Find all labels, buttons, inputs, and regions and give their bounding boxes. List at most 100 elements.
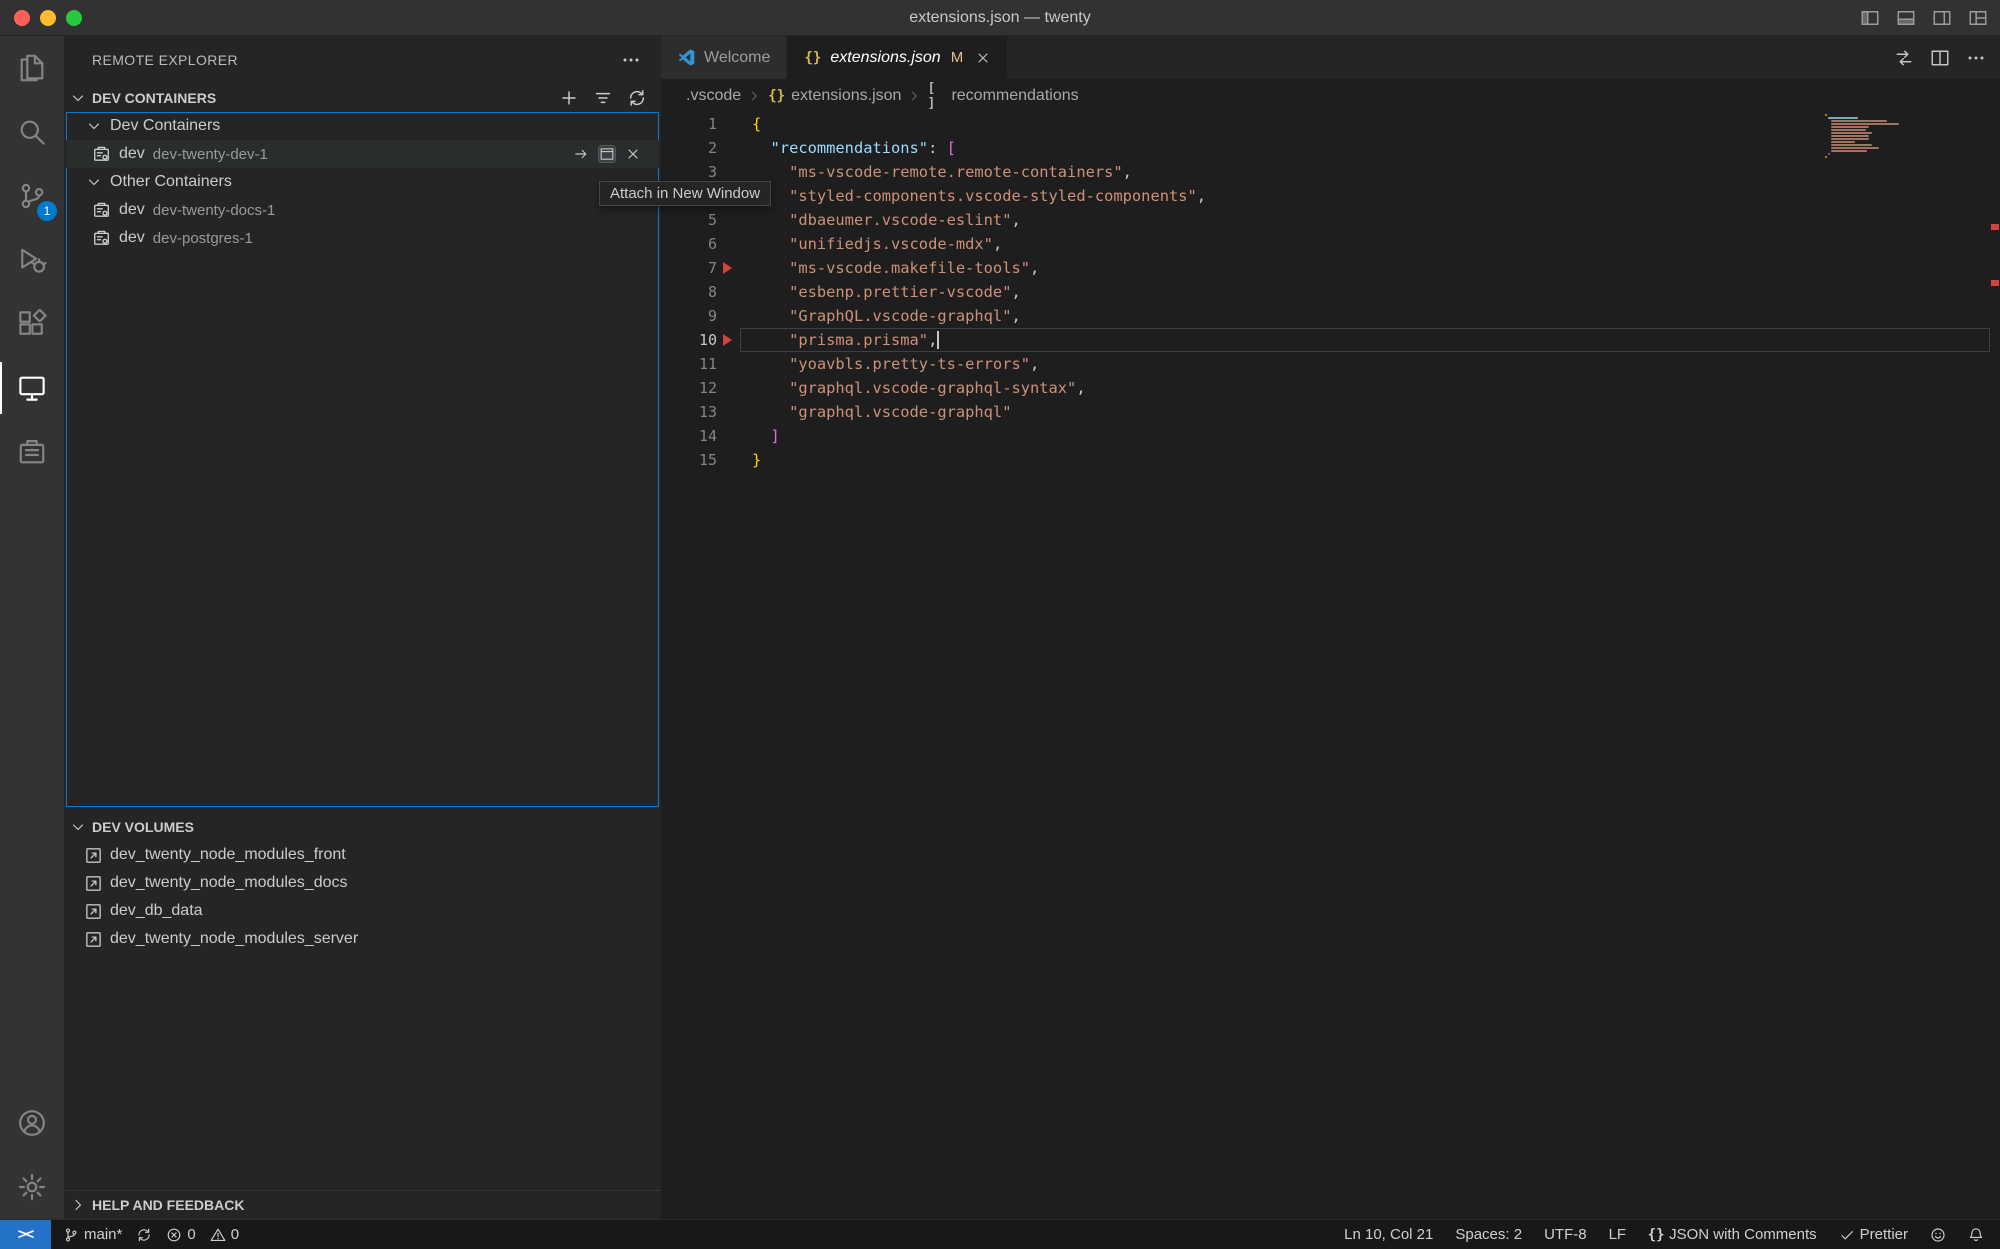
zoom-window-button[interactable] [66,10,82,26]
line-number[interactable]: 2 [661,136,717,160]
status-item-feedback-icon[interactable] [1930,1220,1946,1249]
activitybar-item-accounts[interactable] [0,1091,64,1155]
code-line[interactable]: 7 "ms-vscode.makefile-tools", [661,256,2000,280]
error-icon [166,1227,182,1243]
section-header-dev-containers[interactable]: DEV CONTAINERS [64,84,661,112]
volume-icon [84,902,103,921]
code-line[interactable]: 9 "GraphQL.vscode-graphql", [661,304,2000,328]
code-line[interactable]: 6 "unifiedjs.vscode-mdx", [661,232,2000,256]
code-text: "styled-components.vscode-styled-compone… [752,184,1206,208]
breadcrumb-item-vscode[interactable]: .vscode [686,87,741,105]
code-line[interactable]: 8 "esbenp.prettier-vscode", [661,280,2000,304]
code-line[interactable]: 5 "dbaeumer.vscode-eslint", [661,208,2000,232]
add-icon[interactable] [559,88,579,108]
toggle-secondary-sidebar-icon[interactable] [1932,8,1952,28]
filter-icon[interactable] [593,88,613,108]
line-number[interactable]: 5 [661,208,717,232]
volume-item-dev-twenty-node-modules-server[interactable]: dev_twenty_node_modules_server [64,925,661,953]
compare-changes-icon[interactable] [1894,48,1914,68]
close-icon[interactable] [625,146,641,162]
line-number[interactable]: 10 [661,328,717,352]
line-number[interactable]: 9 [661,304,717,328]
status-item-bell-icon[interactable] [1968,1220,1984,1249]
refresh-icon[interactable] [627,88,647,108]
toggle-panel-icon[interactable] [1896,8,1916,28]
line-number[interactable]: 8 [661,280,717,304]
container-item-dev-twenty-docs-1[interactable]: devdev-twenty-docs-1 [66,196,659,224]
code-line[interactable]: 14 ] [661,424,2000,448]
code-line[interactable]: 13 "graphql.vscode-graphql" [661,400,2000,424]
split-editor-icon[interactable] [1930,48,1950,68]
remote-indicator[interactable]: >< [0,1220,51,1249]
volume-item-dev-twenty-node-modules-docs[interactable]: dev_twenty_node_modules_docs [64,869,661,897]
code-line[interactable]: 15} [661,448,2000,472]
volume-item-dev-db-data[interactable]: dev_db_data [64,897,661,925]
window-title: extensions.json — twenty [909,9,1090,27]
breadcrumb-item-recommendations[interactable]: [ ]recommendations [927,86,1078,105]
status-item-prettier[interactable]: Prettier [1839,1220,1908,1249]
status-item-lf[interactable]: LF [1609,1220,1627,1249]
close-window-button[interactable] [14,10,30,26]
activity-bar-bottom [0,1091,64,1219]
tree-group-dev-containers[interactable]: Dev Containers [66,112,659,140]
minimize-window-button[interactable] [40,10,56,26]
customize-layout-icon[interactable] [1968,8,1988,28]
toggle-primary-sidebar-icon[interactable] [1860,8,1880,28]
status-item-0[interactable]: 0 [210,1220,239,1249]
status-item-spaces-2[interactable]: Spaces: 2 [1455,1220,1522,1249]
section-header-help-feedback[interactable]: HELP AND FEEDBACK [64,1191,661,1219]
code-line[interactable]: 12 "graphql.vscode-graphql-syntax", [661,376,2000,400]
activitybar-item-explorer[interactable] [0,36,64,100]
container-item-dev-postgres-1[interactable]: devdev-postgres-1 [66,224,659,252]
code-editor[interactable]: 1{2 "recommendations": [3 "ms-vscode-rem… [661,112,2000,472]
activitybar-item-search[interactable] [0,100,64,164]
code-line[interactable]: 4 "styled-components.vscode-styled-compo… [661,184,2000,208]
tab-extensions-json[interactable]: {}extensions.jsonM [787,36,1008,79]
code-line[interactable]: 1{ [661,112,2000,136]
attach-new-window-icon[interactable] [599,146,615,162]
status-label: Prettier [1860,1226,1908,1243]
activitybar-item-source-control[interactable]: 1 [0,164,64,228]
attach-icon[interactable] [573,146,589,162]
line-number[interactable]: 14 [661,424,717,448]
activitybar-item-remote-explorer[interactable] [0,356,64,420]
container-name: dev [119,229,145,247]
minimap[interactable] [1825,114,1985,159]
container-item-dev-twenty-dev-1[interactable]: devdev-twenty-dev-1 [66,140,659,168]
activitybar-item-settings[interactable] [0,1155,64,1219]
code-line[interactable]: 10 "prisma.prisma", [661,328,2000,352]
line-number[interactable]: 15 [661,448,717,472]
tab-welcome[interactable]: Welcome [661,36,787,79]
code-line[interactable]: 11 "yoavbls.pretty-ts-errors", [661,352,2000,376]
status-item-main[interactable]: main* [63,1220,122,1249]
container-description: dev-twenty-dev-1 [153,146,268,163]
line-number[interactable]: 7 [661,256,717,280]
more-icon[interactable] [1966,48,1986,68]
volume-item-dev-twenty-node-modules-front[interactable]: dev_twenty_node_modules_front [64,841,661,869]
line-number[interactable]: 13 [661,400,717,424]
close-icon[interactable] [975,50,991,66]
section-header-dev-volumes[interactable]: DEV VOLUMES [64,813,661,841]
line-number[interactable]: 12 [661,376,717,400]
status-item-utf-8[interactable]: UTF-8 [1544,1220,1587,1249]
breadcrumb-item-extensions-json[interactable]: {}extensions.json [767,86,901,105]
status-item-0[interactable]: 0 [166,1220,195,1249]
status-item-ln-10-col-21[interactable]: Ln 10, Col 21 [1344,1220,1433,1249]
code-line[interactable]: 2 "recommendations": [ [661,136,2000,160]
dev-containers-tree: Dev Containersdevdev-twenty-dev-1Other C… [66,112,659,807]
minimap-line [1831,126,1869,128]
status-item-sync-icon[interactable] [136,1220,152,1249]
git-branch-icon [63,1227,79,1243]
activitybar-item-extensions[interactable] [0,292,64,356]
status-item-json-with-comments[interactable]: {}JSON with Comments [1648,1220,1817,1249]
line-number[interactable]: 1 [661,112,717,136]
code-line[interactable]: 3 "ms-vscode-remote.remote-containers", [661,160,2000,184]
code-text: "graphql.vscode-graphql-syntax", [752,376,1086,400]
sidebar-more-actions-icon[interactable] [621,50,641,70]
tree-group-other-containers[interactable]: Other Containers [66,168,659,196]
line-number[interactable]: 11 [661,352,717,376]
activitybar-item-container-tools[interactable] [0,420,64,484]
line-number[interactable]: 6 [661,232,717,256]
activitybar-item-run-debug[interactable] [0,228,64,292]
titlebar: extensions.json — twenty [0,0,2000,36]
